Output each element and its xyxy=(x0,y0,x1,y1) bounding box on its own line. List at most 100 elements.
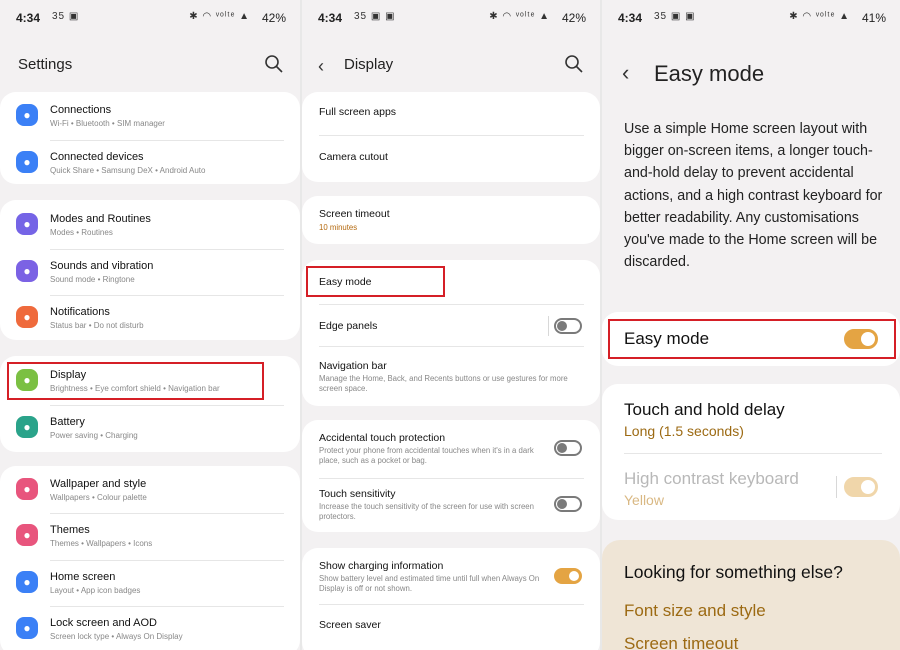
status-time: 4:34 xyxy=(16,11,41,25)
easy-mode-screen: 4:34 35 ▣ ▣ ✱ ◠ ᵛᵒˡᵗᵉ ▲ 41% ‹ Easy mode … xyxy=(602,0,900,650)
setting-screen-timeout[interactable]: Screen timeout 10 minutes xyxy=(302,208,600,236)
settings-item-label: Connected devices xyxy=(50,151,144,163)
status-icons-left: 35 ▣ xyxy=(52,11,80,22)
setting-description: Manage the Home, Back, and Recents butto… xyxy=(319,374,568,393)
status-bar: 4:34 35 ▣ ▣ ✱ ◠ ᵛᵒˡᵗᵉ ▲ 41% xyxy=(602,0,900,34)
settings-item-label: Home screen xyxy=(50,571,116,583)
settings-item-home-screen[interactable]: ● Home screen Layout • App icon badges xyxy=(0,568,300,598)
settings-item-subtitle: Layout • App icon badges xyxy=(50,586,141,595)
settings-item-subtitle: Sound mode • Ringtone xyxy=(50,275,135,284)
settings-item-subtitle: Power saving • Charging xyxy=(50,431,138,440)
divider xyxy=(50,513,284,514)
page-title: Easy mode xyxy=(654,61,765,86)
status-time: 4:34 xyxy=(318,11,343,25)
setting-description: Protect your phone from accidental touch… xyxy=(319,446,534,465)
status-icons-right: ✱ ◠ ᵛᵒˡᵗᵉ ▲ xyxy=(789,11,850,22)
sound-icon: ● xyxy=(16,260,38,282)
high-contrast-keyboard-toggle xyxy=(844,477,878,497)
setting-value: 10 minutes xyxy=(319,223,358,232)
search-icon[interactable] xyxy=(564,54,584,74)
wifi-icon: ● xyxy=(16,104,38,126)
settings-item-modes-and-routines[interactable]: ● Modes and Routines Modes • Routines xyxy=(0,210,300,240)
settings-screen: 4:34 35 ▣ ✱ ◠ ᵛᵒˡᵗᵉ ▲ 42% Settings ● Conn… xyxy=(0,0,300,650)
touch-hold-delay-value: Long (1.5 seconds) xyxy=(624,423,744,439)
settings-item-subtitle: Quick Share • Samsung DeX • Android Auto xyxy=(50,166,206,175)
modes-icon: ● xyxy=(16,213,38,235)
setting-label: Edge panels xyxy=(319,320,378,332)
divider xyxy=(50,405,284,406)
status-icons-left: 35 ▣ ▣ xyxy=(654,11,696,22)
setting-description: Show battery level and estimated time un… xyxy=(319,574,540,593)
edge-panels-toggle[interactable] xyxy=(554,318,582,334)
settings-item-connected-devices[interactable]: ● Connected devices Quick Share • Samsung … xyxy=(0,148,300,178)
setting-navigation-bar[interactable]: Navigation bar Manage the Home, Back, an… xyxy=(302,360,600,396)
settings-item-label: Sounds and vibration xyxy=(50,260,154,272)
battery-icon: ● xyxy=(16,416,38,438)
setting-camera-cutout[interactable]: Camera cutout xyxy=(302,151,600,169)
settings-item-subtitle: Wi-Fi • Bluetooth • SIM manager xyxy=(50,119,165,128)
link-font-size-style[interactable]: Font size and style xyxy=(624,601,766,621)
setting-label: Show charging information xyxy=(319,560,444,572)
link-screen-timeout[interactable]: Screen timeout xyxy=(624,634,738,650)
battery-level: 41% xyxy=(861,11,886,25)
settings-item-label: Battery xyxy=(50,416,85,428)
touch-hold-delay-label: Touch and hold delay xyxy=(624,400,785,419)
notifications-icon: ● xyxy=(16,306,38,328)
status-icons-left: 35 ▣ ▣ xyxy=(354,11,396,22)
settings-item-battery[interactable]: ● Battery Power saving • Charging xyxy=(0,413,300,443)
divider xyxy=(50,606,284,607)
settings-item-lock-screen-and-aod[interactable]: ● Lock screen and AOD Screen lock type • A… xyxy=(0,614,300,644)
display-highlight-box xyxy=(7,362,264,400)
themes-icon: ● xyxy=(16,524,38,546)
divider xyxy=(50,295,284,296)
home-icon: ● xyxy=(16,571,38,593)
settings-item-subtitle: Modes • Routines xyxy=(50,228,113,237)
settings-item-subtitle: Screen lock type • Always On Display xyxy=(50,632,183,641)
setting-label: Accidental touch protection xyxy=(319,432,446,444)
battery-level: 42% xyxy=(561,11,586,25)
settings-item-sounds-and-vibration[interactable]: ● Sounds and vibration Sound mode • Ringto… xyxy=(0,257,300,287)
setting-label: Navigation bar xyxy=(319,360,387,372)
back-icon[interactable]: ‹ xyxy=(622,60,629,86)
settings-item-subtitle: Status bar • Do not disturb xyxy=(50,321,144,330)
charging-info-toggle[interactable] xyxy=(554,568,582,584)
setting-label: Full screen apps xyxy=(319,106,397,118)
lock-icon: ● xyxy=(16,617,38,639)
accidental-touch-toggle[interactable] xyxy=(554,440,582,456)
status-time: 4:34 xyxy=(618,11,643,25)
settings-header: Settings xyxy=(0,50,300,80)
touch-sensitivity-toggle[interactable] xyxy=(554,496,582,512)
devices-icon: ● xyxy=(16,151,38,173)
back-icon[interactable]: ‹ xyxy=(318,56,324,77)
settings-item-label: Lock screen and AOD xyxy=(50,617,158,629)
divider xyxy=(50,140,284,141)
settings-item-subtitle: Wallpapers • Colour palette xyxy=(50,493,147,502)
divider xyxy=(50,249,284,250)
settings-item-wallpaper-and-style[interactable]: ● Wallpaper and style Wallpapers • Colour … xyxy=(0,475,300,505)
status-bar: 4:34 35 ▣ ✱ ◠ ᵛᵒˡᵗᵉ ▲ 42% xyxy=(0,0,300,34)
setting-screen-saver[interactable]: Screen saver xyxy=(302,619,600,637)
setting-label: Screen saver xyxy=(319,619,381,631)
setting-full-screen-apps[interactable]: Full screen apps xyxy=(302,106,600,124)
search-icon[interactable] xyxy=(264,54,284,74)
easy-mode-description: Use a simple Home screen layout with big… xyxy=(624,121,883,271)
setting-label: Camera cutout xyxy=(319,151,388,163)
touch-hold-delay-row[interactable]: Touch and hold delay Long (1.5 seconds) xyxy=(602,398,900,442)
display-header: ‹ Display xyxy=(302,50,600,80)
settings-item-label: Notifications xyxy=(50,306,110,318)
battery-level: 42% xyxy=(261,11,286,25)
settings-item-themes[interactable]: ● Themes Themes • Wallpapers • Icons xyxy=(0,521,300,551)
page-title: Settings xyxy=(18,56,73,73)
setting-description: Increase the touch sensitivity of the sc… xyxy=(319,502,534,521)
setting-label: Screen timeout xyxy=(319,208,390,220)
settings-item-connections[interactable]: ● Connections Wi-Fi • Bluetooth • SIM mana… xyxy=(0,101,300,131)
settings-item-label: Wallpaper and style xyxy=(50,478,147,490)
settings-item-notifications[interactable]: ● Notifications Status bar • Do not distur… xyxy=(0,303,300,333)
settings-item-label: Themes xyxy=(50,524,90,536)
settings-item-label: Modes and Routines xyxy=(50,213,151,225)
looking-title: Looking for something else? xyxy=(624,562,843,582)
easy-mode-highlight-box xyxy=(306,266,445,297)
display-screen: 4:34 35 ▣ ▣ ✱ ◠ ᵛᵒˡᵗᵉ ▲ 42% ‹ Display Fu… xyxy=(302,0,600,650)
status-icons-right: ✱ ◠ ᵛᵒˡᵗᵉ ▲ xyxy=(189,11,250,22)
wallpaper-icon: ● xyxy=(16,478,38,500)
